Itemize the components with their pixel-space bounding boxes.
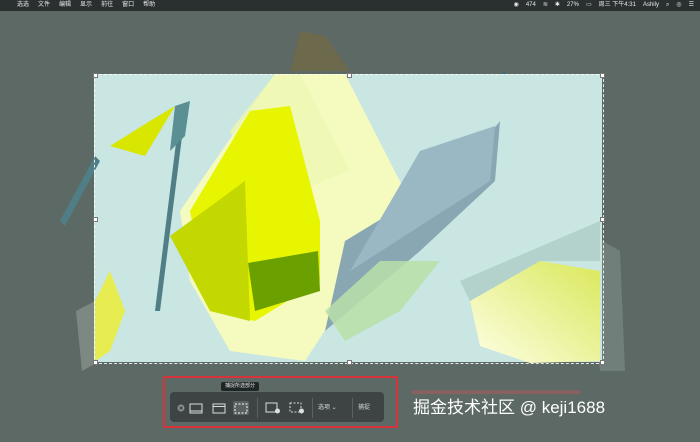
user-name[interactable]: Ashily bbox=[643, 0, 659, 11]
menu-bar: 选选 文件 编辑 显示 前往 窗口 帮助 ◉ 474 ≋ ✱ 27% ▭ 周三 … bbox=[0, 0, 700, 11]
screen-icon bbox=[189, 403, 203, 413]
selection-handle-left[interactable] bbox=[93, 217, 98, 222]
close-button[interactable] bbox=[173, 401, 189, 415]
wifi-icon[interactable]: ≋ bbox=[543, 0, 548, 11]
desktop-wallpaper bbox=[0, 11, 700, 437]
selection-handle-bottom[interactable] bbox=[347, 360, 352, 365]
options-label: 选项 bbox=[318, 405, 331, 411]
capture-button[interactable]: 捕捉 bbox=[358, 401, 370, 415]
selection-icon bbox=[234, 403, 248, 413]
chevron-down-icon: ⌄ bbox=[330, 405, 337, 411]
selection-handle-bottom-left[interactable] bbox=[93, 360, 98, 365]
search-icon[interactable]: ⌕ bbox=[666, 0, 669, 11]
selection-handle-right[interactable] bbox=[600, 217, 605, 222]
record-selection-icon bbox=[289, 402, 304, 414]
menu-item-view[interactable]: 显示 bbox=[80, 0, 92, 11]
toolbar-divider bbox=[312, 398, 313, 418]
clock[interactable]: 周三 下午4:31 bbox=[599, 0, 636, 11]
capture-selection-tooltip: 捕捉所选部分 bbox=[221, 382, 260, 391]
battery-icon[interactable]: ▭ bbox=[586, 0, 592, 11]
selection-handle-bottom-right[interactable] bbox=[600, 360, 605, 365]
screenshot-selection-area[interactable] bbox=[93, 73, 605, 365]
notification-center-icon[interactable]: ☰ bbox=[689, 0, 694, 11]
battery-percent: 27% bbox=[566, 2, 579, 8]
toolbar-divider bbox=[257, 398, 258, 418]
menu-item-file[interactable]: 文件 bbox=[38, 0, 50, 11]
site-watermark: 掘金技术社区 @ keji1688 bbox=[413, 398, 606, 417]
options-menu-button[interactable]: 选项 ⌄ bbox=[318, 401, 337, 415]
close-icon bbox=[177, 404, 185, 412]
menu-item-edit[interactable]: 编辑 bbox=[59, 0, 71, 11]
window-icon bbox=[212, 403, 226, 413]
capture-entire-screen-button[interactable] bbox=[188, 401, 204, 415]
siri-icon[interactable]: ◎ bbox=[676, 0, 681, 11]
record-screen-icon bbox=[265, 402, 280, 414]
record-selection-button[interactable] bbox=[289, 401, 305, 415]
menu-item-app[interactable]: 选选 bbox=[17, 0, 29, 11]
status-app-icon[interactable]: ◉ bbox=[514, 0, 519, 11]
faded-watermark-overlay: ▬▬▬▬▬▬▬▬▬▬▬▬▬▬ bbox=[412, 383, 580, 397]
menu-item-help[interactable]: 帮助 bbox=[143, 0, 155, 11]
menu-item-window[interactable]: 窗口 bbox=[122, 0, 134, 11]
toolbar-divider bbox=[352, 398, 353, 418]
selection-handle-top[interactable] bbox=[347, 73, 352, 78]
menu-item-go[interactable]: 前往 bbox=[101, 0, 113, 11]
capture-window-button[interactable] bbox=[211, 401, 227, 415]
record-entire-screen-button[interactable] bbox=[265, 401, 281, 415]
selection-handle-top-right[interactable] bbox=[600, 73, 605, 78]
bluetooth-icon[interactable]: ✱ bbox=[555, 0, 560, 11]
selection-handle-top-left[interactable] bbox=[93, 73, 98, 78]
capture-selection-button[interactable] bbox=[233, 401, 249, 415]
status-app-badge: 474 bbox=[525, 2, 536, 8]
